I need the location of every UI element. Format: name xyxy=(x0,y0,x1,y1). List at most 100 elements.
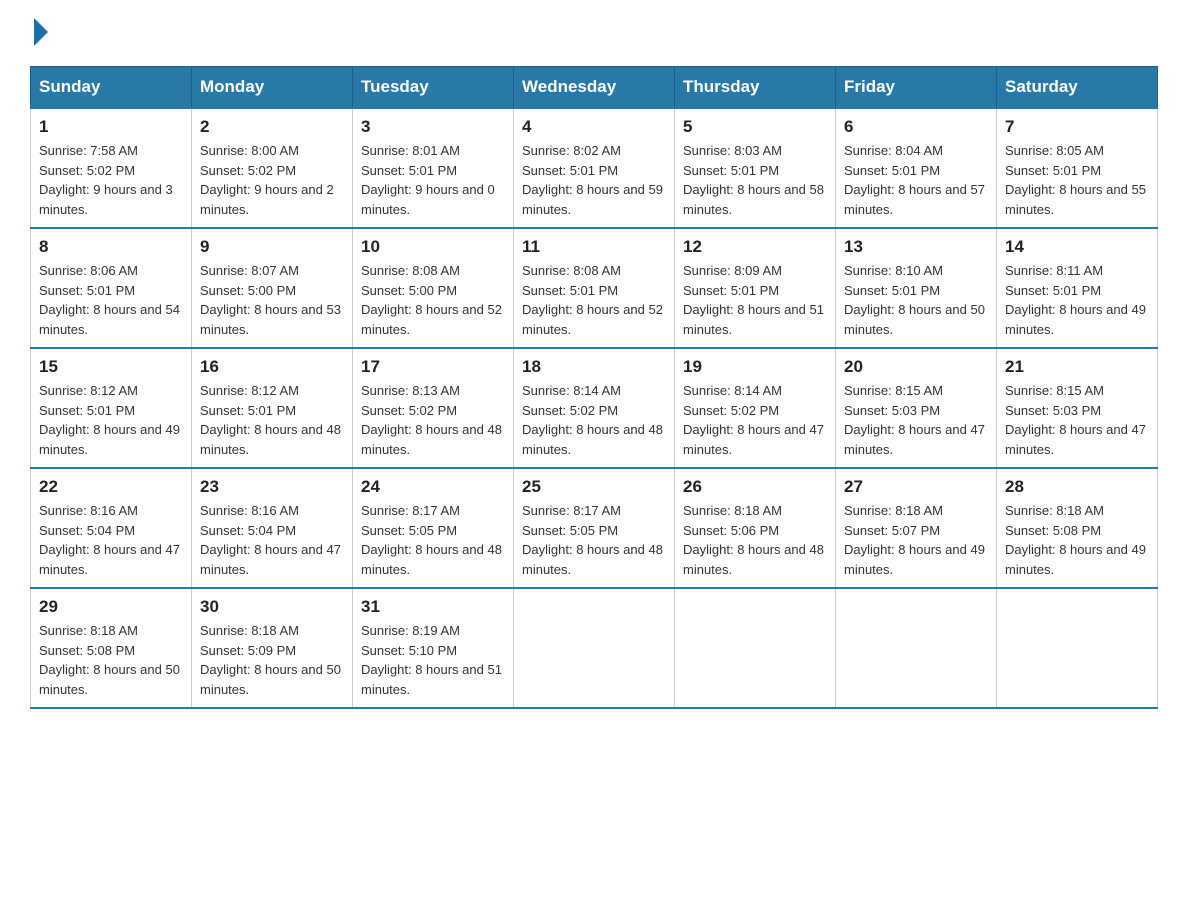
day-info: Sunrise: 8:17 AMSunset: 5:05 PMDaylight:… xyxy=(522,501,666,579)
calendar-day-cell: 3 Sunrise: 8:01 AMSunset: 5:01 PMDaylight… xyxy=(353,108,514,228)
calendar-day-cell: 26 Sunrise: 8:18 AMSunset: 5:06 PMDayligh… xyxy=(675,468,836,588)
calendar-day-cell: 13 Sunrise: 8:10 AMSunset: 5:01 PMDayligh… xyxy=(836,228,997,348)
calendar-day-cell: 19 Sunrise: 8:14 AMSunset: 5:02 PMDayligh… xyxy=(675,348,836,468)
day-info: Sunrise: 8:18 AMSunset: 5:09 PMDaylight:… xyxy=(200,621,344,699)
calendar-table: SundayMondayTuesdayWednesdayThursdayFrid… xyxy=(30,66,1158,709)
day-info: Sunrise: 8:08 AMSunset: 5:01 PMDaylight:… xyxy=(522,261,666,339)
day-info: Sunrise: 8:16 AMSunset: 5:04 PMDaylight:… xyxy=(39,501,183,579)
calendar-week-row: 15 Sunrise: 8:12 AMSunset: 5:01 PMDayligh… xyxy=(31,348,1158,468)
day-info: Sunrise: 8:18 AMSunset: 5:07 PMDaylight:… xyxy=(844,501,988,579)
day-number: 22 xyxy=(39,477,183,497)
calendar-day-cell: 20 Sunrise: 8:15 AMSunset: 5:03 PMDayligh… xyxy=(836,348,997,468)
day-number: 21 xyxy=(1005,357,1149,377)
day-number: 7 xyxy=(1005,117,1149,137)
day-number: 26 xyxy=(683,477,827,497)
day-info: Sunrise: 8:00 AMSunset: 5:02 PMDaylight:… xyxy=(200,141,344,219)
day-info: Sunrise: 8:14 AMSunset: 5:02 PMDaylight:… xyxy=(522,381,666,459)
day-info: Sunrise: 8:19 AMSunset: 5:10 PMDaylight:… xyxy=(361,621,505,699)
day-number: 11 xyxy=(522,237,666,257)
calendar-day-cell: 15 Sunrise: 8:12 AMSunset: 5:01 PMDayligh… xyxy=(31,348,192,468)
header-friday: Friday xyxy=(836,67,997,109)
calendar-day-cell: 17 Sunrise: 8:13 AMSunset: 5:02 PMDayligh… xyxy=(353,348,514,468)
day-info: Sunrise: 8:09 AMSunset: 5:01 PMDaylight:… xyxy=(683,261,827,339)
calendar-day-cell: 28 Sunrise: 8:18 AMSunset: 5:08 PMDayligh… xyxy=(997,468,1158,588)
calendar-day-cell: 21 Sunrise: 8:15 AMSunset: 5:03 PMDayligh… xyxy=(997,348,1158,468)
day-info: Sunrise: 8:05 AMSunset: 5:01 PMDaylight:… xyxy=(1005,141,1149,219)
calendar-day-cell: 9Sunrise: 8:07 AMSunset: 5:00 PMDaylight… xyxy=(192,228,353,348)
day-number: 25 xyxy=(522,477,666,497)
day-info: Sunrise: 8:18 AMSunset: 5:08 PMDaylight:… xyxy=(39,621,183,699)
day-number: 17 xyxy=(361,357,505,377)
calendar-week-row: 29 Sunrise: 8:18 AMSunset: 5:08 PMDayligh… xyxy=(31,588,1158,708)
calendar-empty-cell xyxy=(514,588,675,708)
day-info: Sunrise: 8:15 AMSunset: 5:03 PMDaylight:… xyxy=(844,381,988,459)
calendar-day-cell: 18 Sunrise: 8:14 AMSunset: 5:02 PMDayligh… xyxy=(514,348,675,468)
day-info: Sunrise: 8:04 AMSunset: 5:01 PMDaylight:… xyxy=(844,141,988,219)
day-number: 9 xyxy=(200,237,344,257)
day-info: Sunrise: 8:02 AMSunset: 5:01 PMDaylight:… xyxy=(522,141,666,219)
calendar-day-cell: 11 Sunrise: 8:08 AMSunset: 5:01 PMDayligh… xyxy=(514,228,675,348)
calendar-day-cell: 1Sunrise: 7:58 AMSunset: 5:02 PMDaylight… xyxy=(31,108,192,228)
day-info: Sunrise: 8:06 AMSunset: 5:01 PMDaylight:… xyxy=(39,261,183,339)
calendar-week-row: 1Sunrise: 7:58 AMSunset: 5:02 PMDaylight… xyxy=(31,108,1158,228)
day-info: Sunrise: 8:16 AMSunset: 5:04 PMDaylight:… xyxy=(200,501,344,579)
calendar-day-cell: 7 Sunrise: 8:05 AMSunset: 5:01 PMDaylight… xyxy=(997,108,1158,228)
header-tuesday: Tuesday xyxy=(353,67,514,109)
day-number: 4 xyxy=(522,117,666,137)
day-number: 27 xyxy=(844,477,988,497)
header-monday: Monday xyxy=(192,67,353,109)
day-info: Sunrise: 8:11 AMSunset: 5:01 PMDaylight:… xyxy=(1005,261,1149,339)
logo-arrow-icon xyxy=(34,18,48,46)
day-info: Sunrise: 8:18 AMSunset: 5:06 PMDaylight:… xyxy=(683,501,827,579)
day-number: 28 xyxy=(1005,477,1149,497)
calendar-day-cell: 22 Sunrise: 8:16 AMSunset: 5:04 PMDayligh… xyxy=(31,468,192,588)
calendar-day-cell: 31Sunrise: 8:19 AMSunset: 5:10 PMDayligh… xyxy=(353,588,514,708)
day-number: 14 xyxy=(1005,237,1149,257)
day-info: Sunrise: 8:13 AMSunset: 5:02 PMDaylight:… xyxy=(361,381,505,459)
day-info: Sunrise: 8:10 AMSunset: 5:01 PMDaylight:… xyxy=(844,261,988,339)
day-info: Sunrise: 8:17 AMSunset: 5:05 PMDaylight:… xyxy=(361,501,505,579)
day-info: Sunrise: 8:14 AMSunset: 5:02 PMDaylight:… xyxy=(683,381,827,459)
day-info: Sunrise: 8:18 AMSunset: 5:08 PMDaylight:… xyxy=(1005,501,1149,579)
day-number: 24 xyxy=(361,477,505,497)
day-number: 3 xyxy=(361,117,505,137)
day-number: 29 xyxy=(39,597,183,617)
calendar-day-cell: 6 Sunrise: 8:04 AMSunset: 5:01 PMDaylight… xyxy=(836,108,997,228)
calendar-day-cell: 30Sunrise: 8:18 AMSunset: 5:09 PMDayligh… xyxy=(192,588,353,708)
page-header xyxy=(30,20,1158,46)
header-sunday: Sunday xyxy=(31,67,192,109)
calendar-day-cell: 27 Sunrise: 8:18 AMSunset: 5:07 PMDayligh… xyxy=(836,468,997,588)
day-number: 18 xyxy=(522,357,666,377)
calendar-header-row: SundayMondayTuesdayWednesdayThursdayFrid… xyxy=(31,67,1158,109)
day-info: Sunrise: 8:15 AMSunset: 5:03 PMDaylight:… xyxy=(1005,381,1149,459)
calendar-day-cell: 5 Sunrise: 8:03 AMSunset: 5:01 PMDaylight… xyxy=(675,108,836,228)
day-info: Sunrise: 8:12 AMSunset: 5:01 PMDaylight:… xyxy=(200,381,344,459)
calendar-day-cell: 24 Sunrise: 8:17 AMSunset: 5:05 PMDayligh… xyxy=(353,468,514,588)
calendar-day-cell: 29 Sunrise: 8:18 AMSunset: 5:08 PMDayligh… xyxy=(31,588,192,708)
calendar-day-cell: 12 Sunrise: 8:09 AMSunset: 5:01 PMDayligh… xyxy=(675,228,836,348)
day-number: 8 xyxy=(39,237,183,257)
calendar-week-row: 8 Sunrise: 8:06 AMSunset: 5:01 PMDaylight… xyxy=(31,228,1158,348)
day-info: Sunrise: 8:12 AMSunset: 5:01 PMDaylight:… xyxy=(39,381,183,459)
day-number: 20 xyxy=(844,357,988,377)
calendar-week-row: 22 Sunrise: 8:16 AMSunset: 5:04 PMDayligh… xyxy=(31,468,1158,588)
calendar-day-cell: 10Sunrise: 8:08 AMSunset: 5:00 PMDayligh… xyxy=(353,228,514,348)
calendar-day-cell: 25 Sunrise: 8:17 AMSunset: 5:05 PMDayligh… xyxy=(514,468,675,588)
day-number: 5 xyxy=(683,117,827,137)
day-number: 12 xyxy=(683,237,827,257)
day-info: Sunrise: 7:58 AMSunset: 5:02 PMDaylight:… xyxy=(39,141,183,219)
calendar-empty-cell xyxy=(997,588,1158,708)
calendar-day-cell: 16Sunrise: 8:12 AMSunset: 5:01 PMDayligh… xyxy=(192,348,353,468)
day-info: Sunrise: 8:03 AMSunset: 5:01 PMDaylight:… xyxy=(683,141,827,219)
day-number: 15 xyxy=(39,357,183,377)
day-number: 19 xyxy=(683,357,827,377)
day-number: 10 xyxy=(361,237,505,257)
day-number: 6 xyxy=(844,117,988,137)
calendar-day-cell: 23 Sunrise: 8:16 AMSunset: 5:04 PMDayligh… xyxy=(192,468,353,588)
day-number: 13 xyxy=(844,237,988,257)
calendar-day-cell: 14 Sunrise: 8:11 AMSunset: 5:01 PMDayligh… xyxy=(997,228,1158,348)
day-info: Sunrise: 8:01 AMSunset: 5:01 PMDaylight:… xyxy=(361,141,505,219)
logo xyxy=(30,20,48,46)
header-wednesday: Wednesday xyxy=(514,67,675,109)
day-number: 23 xyxy=(200,477,344,497)
